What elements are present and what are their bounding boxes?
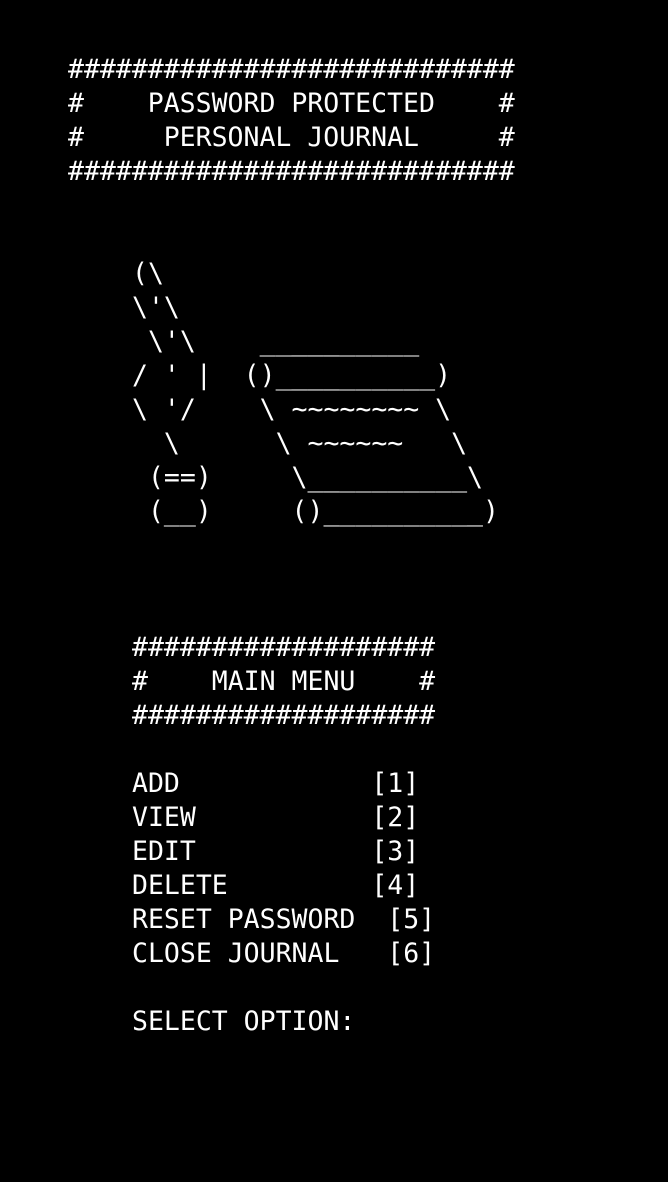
art-line: (__) ()__________) (132, 496, 499, 527)
banner-border-top: ############################ (68, 54, 515, 85)
art-line: \ \ ~~~~~~ \ (132, 428, 468, 459)
art-line: \ '/ \ ~~~~~~~~ \ (132, 394, 452, 425)
option-input[interactable] (360, 1005, 604, 1041)
menu-option-reset-password[interactable]: RESET PASSWORD [5] (132, 903, 435, 937)
banner-border-bottom: ############################ (68, 156, 515, 187)
banner-title-line-1: # PASSWORD PROTECTED # (68, 88, 515, 119)
menu-option-view[interactable]: VIEW [2] (132, 801, 419, 835)
art-line: \'\ (132, 292, 180, 323)
menu-option-add[interactable]: ADD [1] (132, 767, 419, 801)
art-line: (==) \__________\ (132, 462, 483, 493)
menu-border-top: ################### (132, 632, 436, 663)
art-line: / ' | ()__________) (132, 360, 452, 391)
banner-title-line-2: # PERSONAL JOURNAL # (68, 122, 515, 153)
menu-title: # MAIN MENU # (132, 666, 436, 697)
menu-border-bottom: ################### (132, 700, 436, 731)
art-line: \'\ __________ (132, 326, 420, 357)
select-option-prompt: SELECT OPTION: (132, 1006, 356, 1037)
menu-option-delete[interactable]: DELETE [4] (132, 869, 419, 903)
menu-option-edit[interactable]: EDIT [3] (132, 835, 419, 869)
art-line: (\ (132, 258, 164, 289)
terminal-window: ############################ # PASSWORD … (0, 0, 668, 1182)
menu-option-close-journal[interactable]: CLOSE JOURNAL [6] (132, 937, 435, 971)
